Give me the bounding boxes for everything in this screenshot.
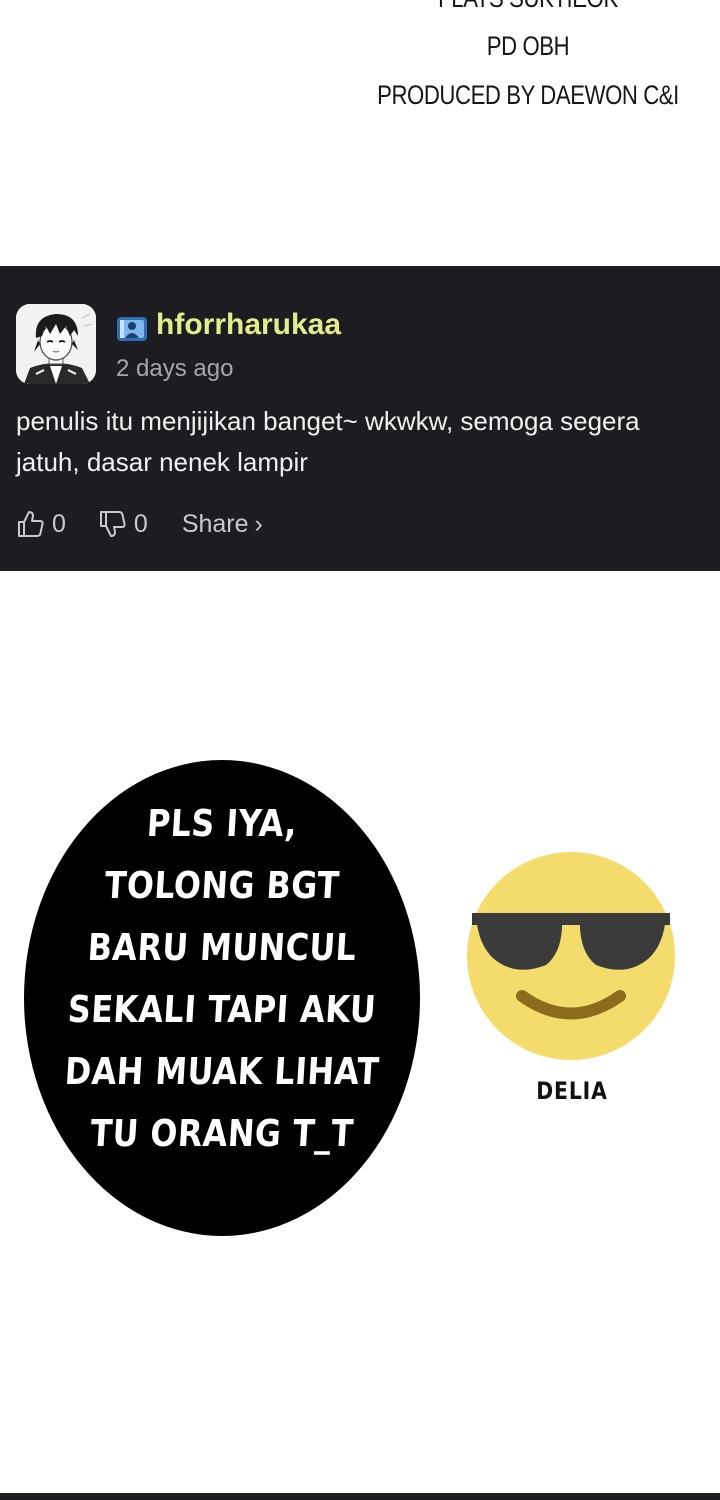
bottom-divider	[0, 1493, 720, 1500]
bubble-line: PLS IYA,	[145, 802, 299, 845]
user-badge-icon	[117, 317, 147, 341]
comment-card: hforrharukaa 2 days ago penulis itu menj…	[0, 266, 720, 571]
bubble-line: TU ORANG T_T	[89, 1112, 355, 1155]
comment-actions: 0 0 Share ›	[16, 506, 263, 542]
bubble-line: TOLONG BGT	[103, 864, 341, 907]
thumbs-up-icon	[18, 511, 44, 537]
credit-cut-line: FLATS SUKTIEOK	[364, 0, 692, 14]
credits-panel: FLATS SUKTIEOK PD OBH PRODUCED BY DAEWON…	[0, 0, 720, 266]
comment-text: penulis itu menjijikan banget~ wkwkw, se…	[16, 406, 640, 477]
sunglasses-emoji-icon	[467, 852, 675, 1060]
thumbs-down-icon	[99, 511, 126, 537]
bubble-line: SEKALI TAPI AKU	[66, 988, 378, 1031]
bubble-line: BARU MUNCUL	[86, 926, 358, 969]
credit-producer: PRODUCED BY DAEWON C&I	[377, 80, 679, 110]
bubble-line: DAH MUAK LIHAT	[63, 1050, 381, 1093]
credit-pd: PD OBH	[486, 31, 570, 61]
share-label: Share	[181, 509, 249, 538]
speech-bubble-text: PLS IYA, TOLONG BGT BARU MUNCUL SEKALI T…	[24, 793, 420, 1165]
like-count: 0	[52, 509, 66, 538]
avatar[interactable]	[16, 304, 96, 384]
share-button[interactable]: Share ›	[182, 510, 263, 539]
like-button[interactable]: 0	[16, 509, 66, 539]
dislike-button[interactable]: 0	[98, 509, 148, 539]
dislike-count: 0	[133, 509, 148, 538]
comment-timestamp: 2 days ago	[116, 355, 234, 382]
comment-username[interactable]: hforrharukaa	[156, 308, 341, 342]
artist-signature: DELIA	[536, 1077, 608, 1105]
chevron-right-icon: ›	[254, 509, 263, 538]
